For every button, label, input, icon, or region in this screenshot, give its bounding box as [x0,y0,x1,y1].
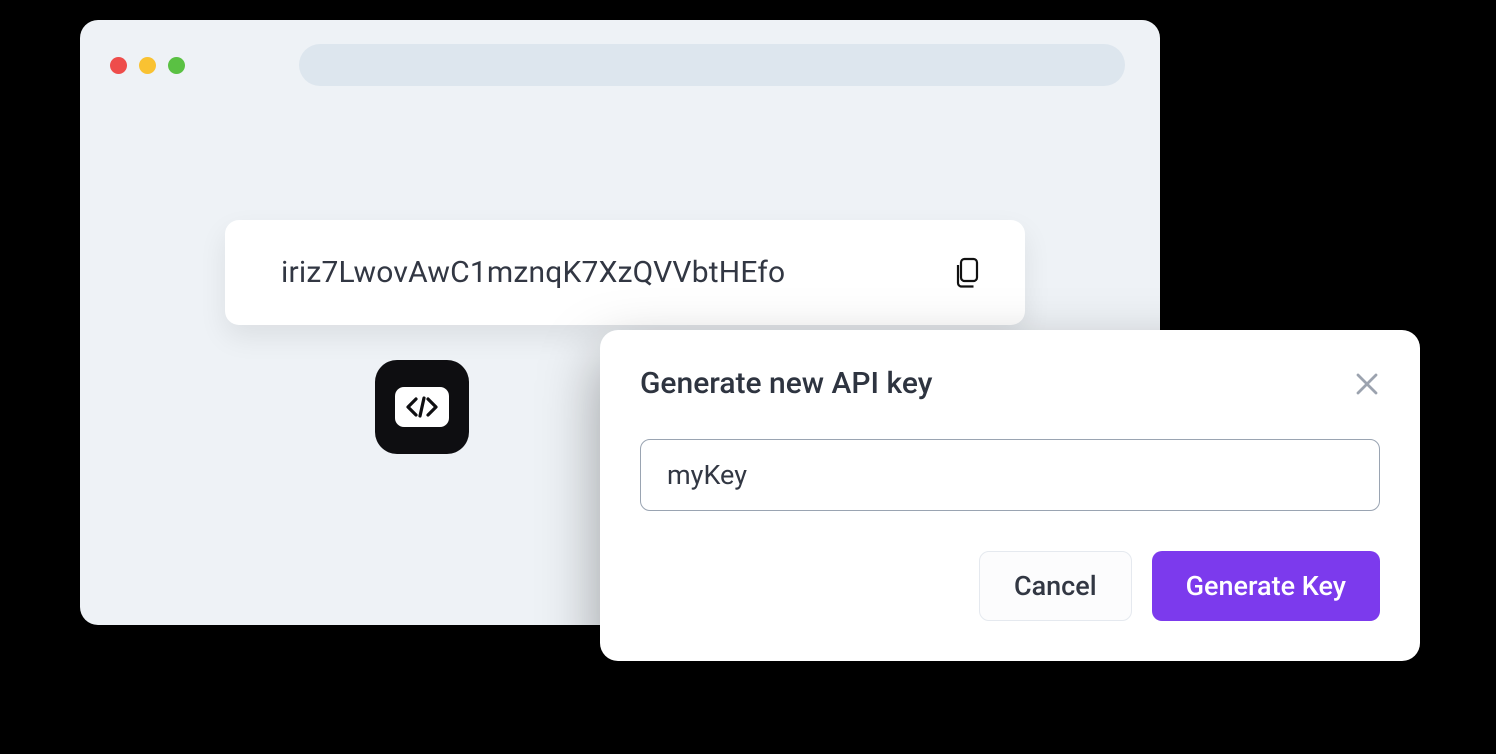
code-icon [395,387,449,427]
close-window-button[interactable] [110,57,127,74]
generate-key-button[interactable]: Generate Key [1152,551,1380,621]
code-badge [375,360,469,454]
close-icon [1354,371,1380,397]
url-bar[interactable] [299,44,1125,86]
titlebar [80,20,1160,110]
generate-api-key-modal: Generate new API key Cancel Generate Key [600,330,1420,661]
copy-button[interactable] [949,255,985,291]
api-key-name-input[interactable] [640,439,1380,511]
close-button[interactable] [1354,371,1380,397]
api-key-value: iriz7LwovAwC1mznqK7XzQVVbtHEfo [281,255,785,290]
modal-actions: Cancel Generate Key [640,551,1380,621]
cancel-button[interactable]: Cancel [979,551,1132,621]
modal-title: Generate new API key [640,366,932,401]
minimize-window-button[interactable] [139,57,156,74]
api-key-card: iriz7LwovAwC1mznqK7XzQVVbtHEfo [225,220,1025,325]
modal-header: Generate new API key [640,366,1380,401]
maximize-window-button[interactable] [168,57,185,74]
traffic-lights [110,57,185,74]
copy-icon [953,257,981,289]
